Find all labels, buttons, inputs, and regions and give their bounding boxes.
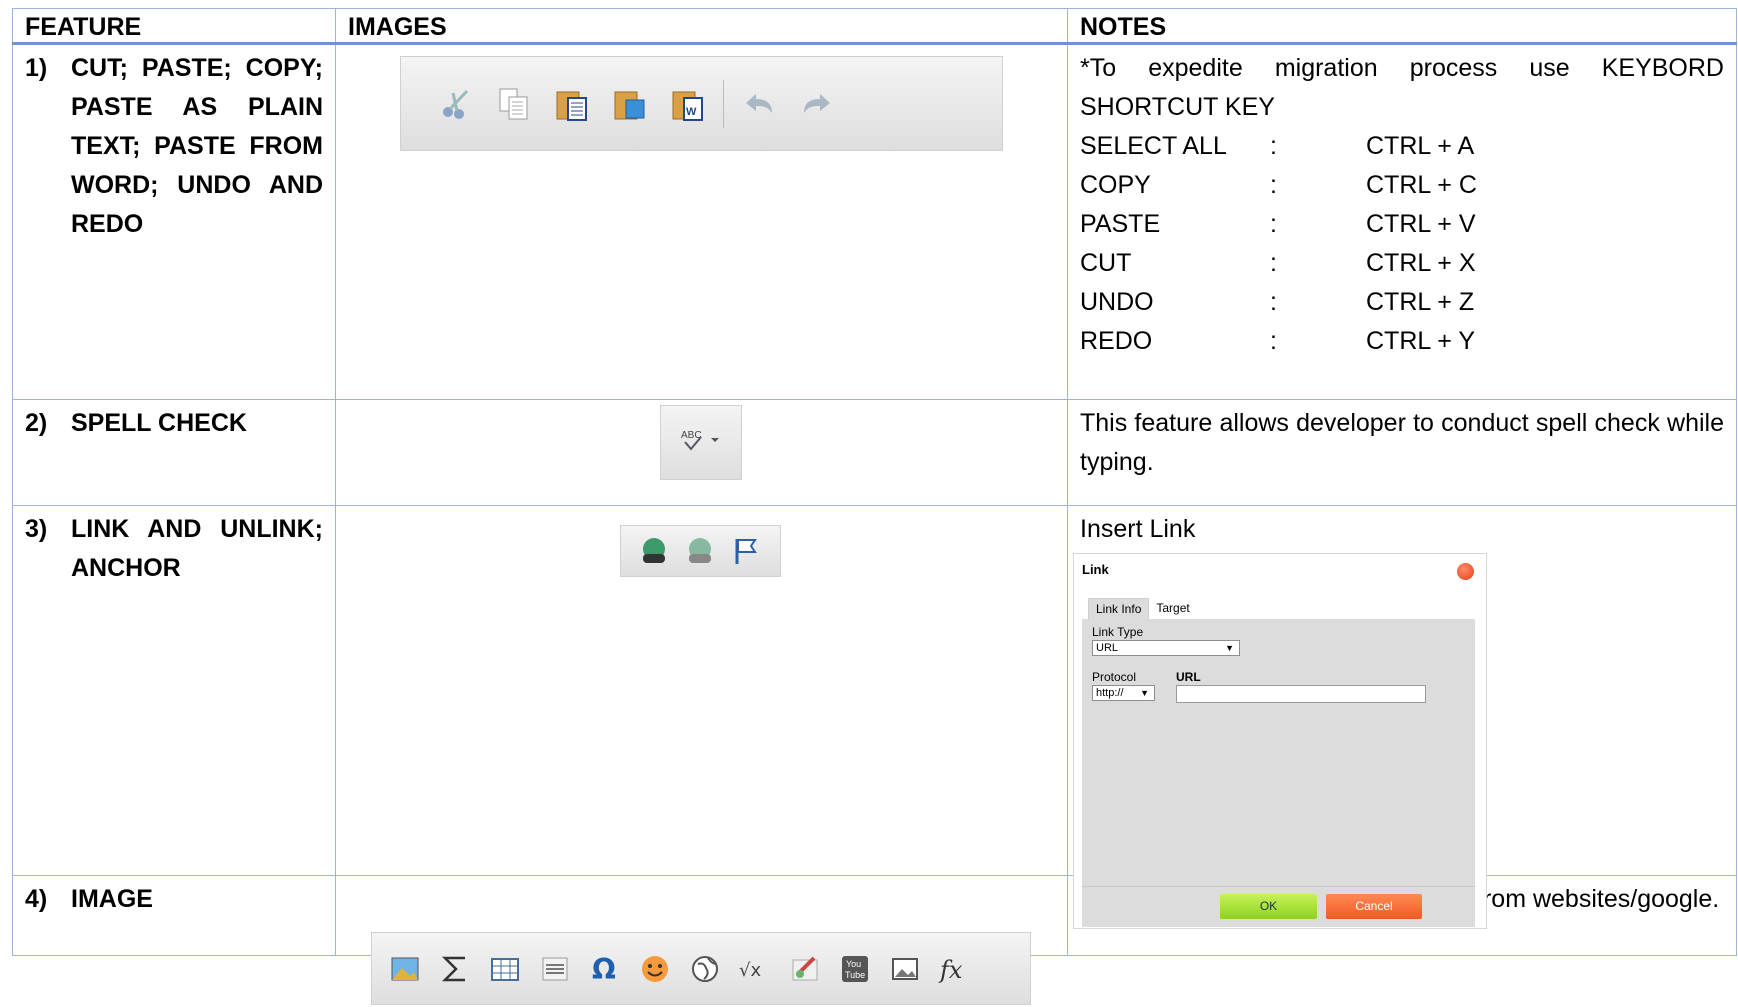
cut-icon[interactable]	[439, 87, 473, 121]
cancel-button[interactable]: Cancel	[1326, 894, 1422, 919]
notes-text: Insert Link	[1080, 515, 1196, 543]
toolbar-separator	[723, 79, 724, 128]
shortcut-keys: CTRL + X	[1366, 249, 1476, 277]
feature-number: 3)	[25, 515, 48, 543]
notes-intro: *To expedite migration process use KEYBO…	[1080, 54, 1724, 121]
shortcut-action: UNDO	[1080, 288, 1154, 316]
paste-from-word-icon[interactable]: W	[671, 87, 705, 121]
youtube-icon-top: You	[846, 959, 861, 969]
horizontal-line-icon[interactable]	[538, 952, 572, 986]
notes-text: This feature allows developer to conduct…	[1080, 409, 1724, 476]
sqrt-icon-text: √x	[739, 960, 761, 981]
feature-cell: 3) LINK AND UNLINK; ANCHOR	[13, 506, 335, 588]
fx-icon-text: fx	[938, 956, 963, 984]
shortcut-action: REDO	[1080, 327, 1153, 355]
feature-name: LINK AND UNLINK; ANCHOR	[71, 515, 323, 582]
feature-name: SPELL CHECK	[71, 409, 247, 437]
paint-icon[interactable]	[788, 952, 822, 986]
shortcut-sep: :	[1270, 327, 1277, 355]
table-icon[interactable]	[488, 952, 522, 986]
shortcut-list: SELECT ALL: CTRL + A COPY: CTRL + C PASTE:…	[1080, 127, 1724, 361]
omega-icon[interactable]: Ω	[588, 952, 622, 986]
fx-icon[interactable]: fx	[938, 952, 972, 986]
youtube-icon[interactable]: You Tube	[838, 952, 872, 986]
insert-toolbar: Ω √x You Tube fx	[371, 932, 1031, 1005]
shortcut-sep: :	[1270, 132, 1277, 160]
shortcut-sep: :	[1270, 288, 1277, 316]
feature-cell: 1) CUT; PASTE; COPY; PASTE AS PLAIN TEXT…	[13, 45, 335, 244]
ok-button[interactable]: OK	[1220, 894, 1317, 919]
shortcut-sep: :	[1270, 210, 1277, 238]
ok-label: OK	[1259, 899, 1278, 913]
unlink-icon[interactable]	[683, 534, 717, 568]
header-notes: NOTES	[1067, 8, 1737, 45]
undo-icon[interactable]	[742, 87, 776, 121]
link-dialog: Link Link Info Target Link Type URL ▼ Pro…	[1073, 553, 1487, 929]
dialog-tabs: Link Info Target	[1088, 598, 1197, 619]
youtube-icon-bottom: Tube	[845, 970, 865, 980]
protocol-value: http://	[1096, 687, 1124, 699]
notes-cell: This feature allows developer to conduct…	[1068, 400, 1736, 482]
clipboard-toolbar: W	[400, 56, 1003, 151]
dialog-footer: OK Cancel	[1082, 886, 1475, 927]
notes-cell: *To expedite migration process use KEYBO…	[1068, 45, 1736, 361]
feature-number: 4)	[25, 885, 48, 913]
link-icon[interactable]	[637, 534, 671, 568]
protocol-select[interactable]: http:// ▼	[1092, 685, 1155, 701]
shortcut-action: SELECT ALL	[1080, 132, 1227, 160]
shortcut-action: COPY	[1080, 171, 1151, 199]
notes-cell: Insert Link	[1068, 506, 1736, 549]
shortcut-action: PASTE	[1080, 210, 1161, 238]
redo-icon[interactable]	[800, 87, 834, 121]
tab-link-info[interactable]: Link Info	[1088, 598, 1150, 619]
chevron-down-icon: ▼	[1225, 643, 1234, 653]
dialog-body: Link Type URL ▼ Protocol http:// ▼ URL	[1082, 619, 1475, 886]
link-type-label: Link Type	[1092, 625, 1144, 639]
shortcut-sep: :	[1270, 249, 1277, 277]
link-toolbar	[620, 525, 781, 577]
shortcut-keys: CTRL + C	[1366, 171, 1477, 199]
feature-cell: 2) SPELL CHECK	[13, 400, 335, 443]
feature-name: CUT; PASTE; COPY; PASTE AS PLAIN TEXT; P…	[71, 54, 323, 238]
link-type-select[interactable]: URL ▼	[1092, 640, 1240, 656]
feature-cell: 4) IMAGE	[13, 876, 335, 919]
shortcut-keys: CTRL + V	[1366, 210, 1476, 238]
url-label: URL	[1176, 670, 1201, 684]
feature-number: 2)	[25, 409, 48, 437]
svg-text:Ω: Ω	[592, 953, 616, 986]
shortcut-keys: CTRL + Z	[1366, 288, 1475, 316]
shortcut-keys: CTRL + A	[1366, 132, 1475, 160]
image-icon[interactable]	[388, 952, 422, 986]
chevron-down-icon: ▼	[1140, 688, 1149, 698]
shortcut-sep: :	[1270, 171, 1277, 199]
header-images: IMAGES	[335, 8, 1068, 45]
tab-target[interactable]: Target	[1149, 598, 1196, 619]
paste-icon[interactable]	[555, 87, 589, 121]
globe-icon[interactable]	[688, 952, 722, 986]
table-row: 2) SPELL CHECK This feature allows devel…	[12, 399, 1737, 506]
link-type-value: URL	[1096, 642, 1119, 654]
feature-name: IMAGE	[71, 885, 153, 913]
header-feature: FEATURE	[12, 8, 336, 45]
shortcut-action: CUT	[1080, 249, 1132, 277]
feature-number: 1)	[25, 54, 48, 82]
cancel-label: Cancel	[1355, 899, 1393, 913]
dialog-title: Link	[1082, 562, 1109, 577]
paste-plain-text-icon[interactable]	[613, 87, 647, 121]
anchor-flag-icon[interactable]	[729, 534, 763, 568]
smiley-icon[interactable]	[638, 952, 672, 986]
spellcheck-toolbar: ABC	[660, 405, 742, 480]
shortcut-keys: CTRL + Y	[1366, 327, 1476, 355]
sigma-icon[interactable]	[438, 952, 472, 986]
sqrt-icon[interactable]: √x	[738, 952, 772, 986]
copy-icon[interactable]	[497, 87, 531, 121]
svg-text:W: W	[686, 106, 697, 118]
protocol-label: Protocol	[1092, 670, 1137, 684]
header-row: FEATURE IMAGES NOTES	[12, 8, 1737, 45]
url-field[interactable]	[1176, 685, 1426, 703]
spell-check-icon[interactable]: ABC	[679, 425, 723, 460]
close-icon[interactable]	[1457, 563, 1474, 580]
picture-icon[interactable]	[888, 952, 922, 986]
